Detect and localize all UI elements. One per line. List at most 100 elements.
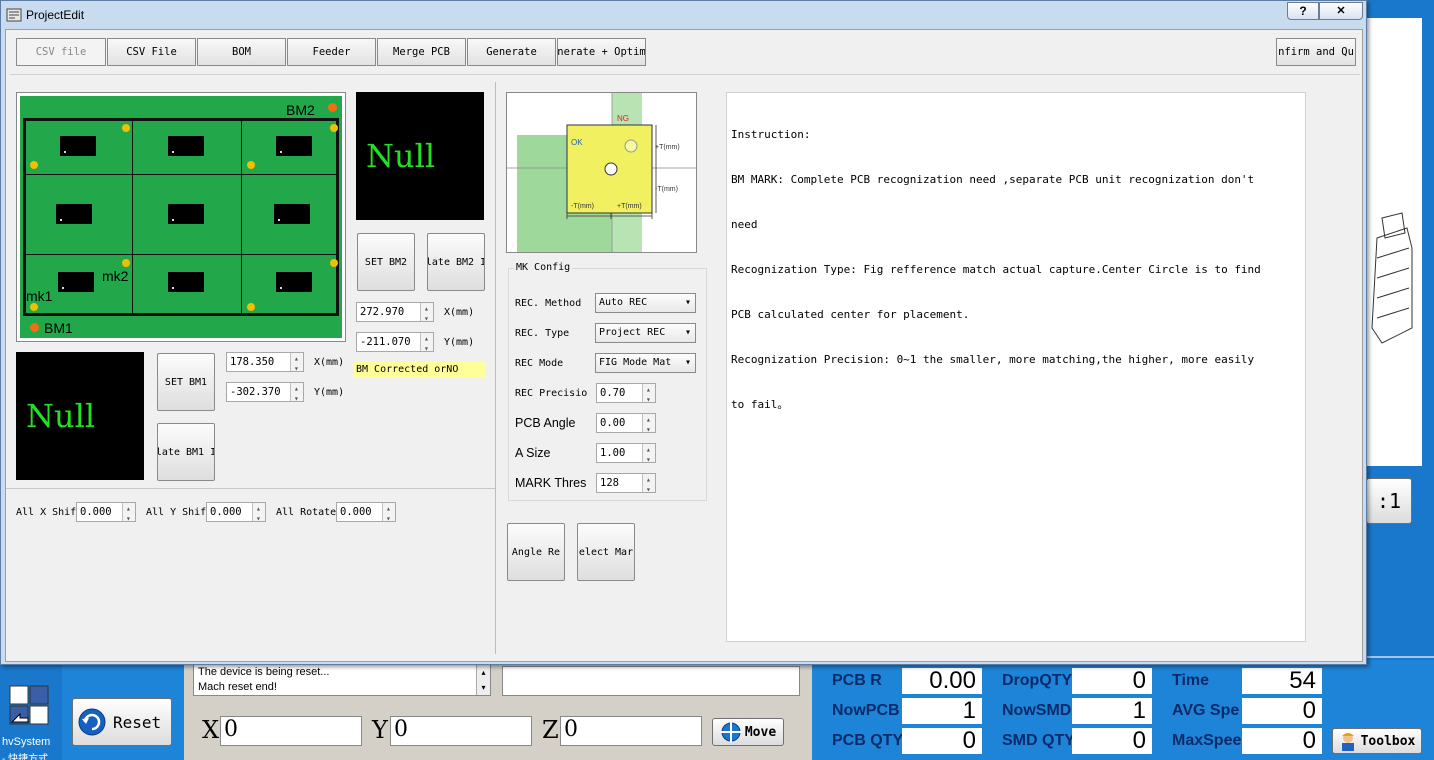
bom-button[interactable]: BOM	[197, 38, 286, 66]
move-button[interactable]: Move	[712, 718, 784, 746]
all-y-shift-value: 0.000	[210, 506, 242, 518]
chip	[168, 272, 204, 292]
stat-label-nowsmd: NowSMD	[1002, 702, 1072, 719]
help-button[interactable]: ?	[1287, 2, 1319, 20]
instruction-line: to fail。	[731, 398, 789, 411]
message-field[interactable]	[502, 666, 800, 696]
bm1-camera-preview: Null	[16, 352, 144, 480]
ng-label: NG	[617, 114, 629, 123]
instruction-line: Recognization Precision: 0~1 the smaller…	[731, 353, 1255, 366]
z-coord-input[interactable]: 0	[560, 716, 702, 746]
spin-arrows[interactable]	[642, 441, 655, 469]
spin-arrows[interactable]	[290, 380, 303, 408]
all-rotate-label: All Rotate	[276, 507, 337, 518]
chip	[276, 136, 312, 156]
select-mark-button[interactable]: elect Mar	[577, 523, 635, 581]
t-minus-right-label: -T(mm)	[655, 186, 678, 193]
stat-value-pcb-r: 0.00	[902, 668, 982, 694]
stat-value-pcb-qty: 0	[902, 728, 982, 754]
all-x-shift-label: All X Shif	[16, 507, 77, 518]
stat-label-time: Time	[1172, 672, 1210, 689]
bm1-y-value: -302.370	[230, 386, 281, 398]
reset-button[interactable]: Reset	[72, 698, 172, 746]
pcb-angle-value: 0.00	[600, 417, 626, 429]
mk1-label: mk1	[26, 288, 53, 304]
bm1-y-input[interactable]: -302.370	[226, 380, 304, 408]
spin-arrows[interactable]	[642, 381, 655, 409]
log-list[interactable]: The device is being reset... Mach reset …	[193, 664, 491, 696]
rec-mode-select[interactable]: FIG Mode Mat	[595, 353, 696, 373]
mk2-label: mk2	[102, 268, 129, 284]
all-x-shift-input[interactable]: 0.000	[76, 500, 136, 528]
spin-arrows[interactable]	[420, 300, 433, 328]
rec-method-select[interactable]: Auto REC	[595, 293, 696, 313]
bm2-x-input[interactable]: 272.970	[356, 300, 434, 328]
spin-arrows[interactable]	[382, 500, 395, 528]
reset-label: Reset	[113, 712, 162, 732]
instruction-line: need	[731, 218, 758, 231]
close-button[interactable]: ✕	[1319, 2, 1363, 20]
bm2-y-unit: Y(mm)	[444, 337, 475, 348]
all-y-shift-input[interactable]: 0.000	[206, 500, 266, 528]
chip	[274, 204, 310, 224]
app-icon	[6, 8, 22, 22]
spin-arrows[interactable]	[642, 471, 655, 499]
angle-recognize-button[interactable]: Angle Re	[507, 523, 565, 581]
stat-value-nowsmd: 1	[1072, 698, 1152, 724]
instruction-textbox[interactable]: Instruction: BM MARK: Complete PCB recog…	[726, 92, 1306, 642]
bm2-y-value: -211.070	[360, 336, 411, 348]
a-size-label: A Size	[515, 446, 551, 460]
merge-pcb-button[interactable]: Merge PCB	[377, 38, 466, 66]
generate-optimize-button[interactable]: enerate + Optimi	[557, 38, 646, 66]
bm1-x-input[interactable]: 178.350	[226, 350, 304, 378]
stat-label-dropqty: DropQTY	[1002, 672, 1073, 689]
spin-arrows[interactable]	[290, 350, 303, 378]
spin-arrows[interactable]	[122, 500, 135, 528]
confirm-quit-button[interactable]: nfirm and Qu	[1276, 38, 1356, 66]
rec-precision-input[interactable]: 0.70	[596, 381, 656, 409]
bm1-x-unit: X(mm)	[314, 357, 345, 368]
instruction-line: PCB calculated center for placement.	[731, 308, 970, 321]
log-scrollbar[interactable]: ▴ ▾	[476, 665, 490, 695]
toolbox-button[interactable]: Toolbox	[1332, 728, 1422, 754]
title-bar[interactable]: ProjectEdit ? ✕	[1, 1, 1368, 29]
side-button[interactable]: :1	[1366, 478, 1412, 524]
pcb-angle-input[interactable]: 0.00	[596, 411, 656, 439]
stat-label-smd-qty: SMD QTY	[1002, 732, 1075, 749]
pcb-image: BM2 BM1 mk1 mk2	[20, 96, 342, 338]
stat-label-max-speed: MaxSpee	[1172, 732, 1242, 749]
shortcut-sublabel: - 快捷方式	[2, 754, 49, 760]
all-y-shift-label: All Y Shif	[146, 507, 207, 518]
update-bm2-button[interactable]: late BM2 I	[427, 233, 485, 291]
rec-type-select[interactable]: Project REC	[595, 323, 696, 343]
bm2-camera-preview: Null	[356, 92, 484, 220]
feeder-button[interactable]: Feeder	[287, 38, 376, 66]
desktop-shortcut[interactable]: hvSystem - 快捷方式	[0, 676, 60, 760]
bm1-mark-dot	[30, 323, 39, 332]
a-size-input[interactable]: 1.00	[596, 441, 656, 469]
log-line: Mach reset end!	[198, 681, 277, 693]
csv-file-button[interactable]: CSV File	[107, 38, 196, 66]
worker-icon	[1341, 733, 1354, 751]
generate-button[interactable]: Generate	[467, 38, 556, 66]
stat-label-nowpcb: NowPCB	[832, 702, 900, 719]
all-rotate-input[interactable]: 0.000	[336, 500, 396, 528]
set-bm2-button[interactable]: SET BM2	[357, 233, 415, 291]
reset-icon	[78, 708, 106, 736]
update-bm1-button[interactable]: late BM1 I	[157, 423, 215, 481]
window-title: ProjectEdit	[26, 8, 85, 22]
hvsystem-app-icon	[9, 685, 49, 725]
mark-thres-input[interactable]: 128	[596, 471, 656, 499]
spin-arrows[interactable]	[642, 411, 655, 439]
rec-precision-value: 0.70	[600, 387, 626, 399]
bm-corrected-status: BM Corrected orNO	[354, 362, 486, 378]
spin-arrows[interactable]	[420, 330, 433, 358]
y-coord-input[interactable]: 0	[390, 716, 532, 746]
set-bm1-button[interactable]: SET BM1	[157, 353, 215, 411]
mk-config-title: MK Config	[514, 262, 573, 273]
x-coord-input[interactable]: 0	[220, 716, 362, 746]
bm2-y-input[interactable]: -211.070	[356, 330, 434, 358]
grid-line	[132, 120, 133, 314]
csv-file-tab[interactable]: CSV file	[16, 38, 106, 66]
spin-arrows[interactable]	[252, 500, 265, 528]
